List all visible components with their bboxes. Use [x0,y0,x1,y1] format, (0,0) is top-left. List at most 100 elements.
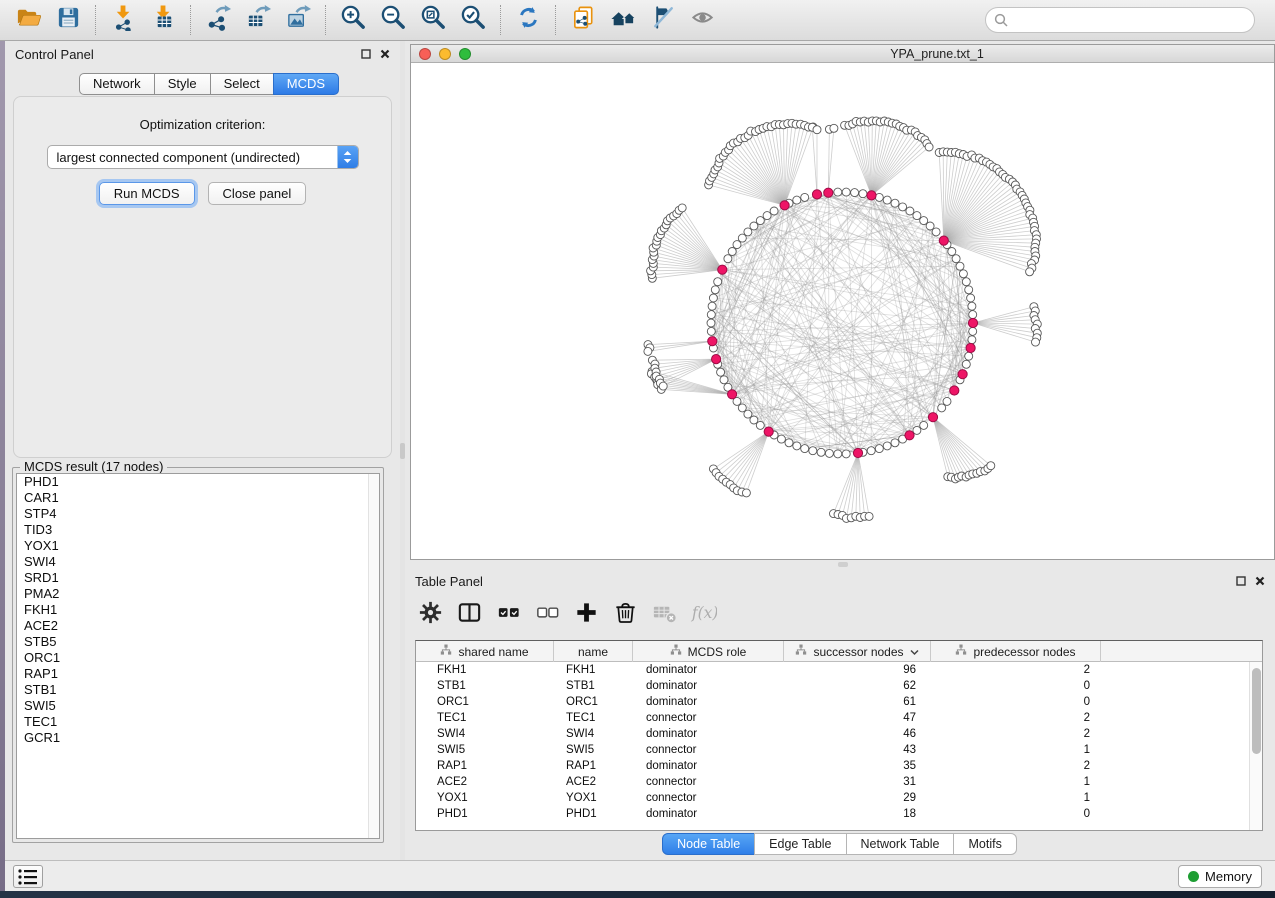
search-input[interactable] [1008,10,1254,30]
close-panel-button[interactable]: Close panel [208,182,307,205]
graph-leaf-node[interactable] [830,124,838,132]
float-panel-icon[interactable] [1236,576,1246,586]
graph-node[interactable] [920,217,928,225]
mcds-result-node[interactable]: TID3 [17,522,379,538]
tab-motifs[interactable]: Motifs [953,833,1016,855]
close-panel-icon[interactable] [1255,576,1265,586]
mcds-result-node[interactable]: TEC1 [17,714,379,730]
graph-mcds-hub-node[interactable] [950,386,959,395]
mcds-result-node[interactable]: STB1 [17,682,379,698]
mcds-result-node[interactable]: FKH1 [17,602,379,618]
mcds-result-node[interactable]: PHD1 [17,474,379,490]
graph-mcds-hub-node[interactable] [824,188,833,197]
graph-node[interactable] [948,248,956,256]
mcds-result-node[interactable]: STP4 [17,506,379,522]
graph-mcds-hub-node[interactable] [928,413,937,422]
zoom-in-button[interactable] [337,4,369,36]
column-header-shared-name[interactable]: shared name [416,641,554,662]
graph-node[interactable] [825,449,833,457]
network-canvas[interactable] [411,64,1274,559]
tab-edge-table[interactable]: Edge Table [754,833,846,855]
graph-node[interactable] [738,234,746,242]
tab-node-table[interactable]: Node Table [662,833,755,855]
graph-node[interactable] [834,450,842,458]
graph-node[interactable] [717,368,725,376]
graph-node[interactable] [968,336,976,344]
table-row[interactable]: TEC1TEC1connector472 [416,710,1249,726]
graph-node[interactable] [793,442,801,450]
graph-node[interactable] [785,439,793,447]
graph-mcds-hub-node[interactable] [905,431,914,440]
graph-node[interactable] [851,189,859,197]
table-row[interactable]: SWI5SWI5connector431 [416,742,1249,758]
graph-node[interactable] [842,188,850,196]
graph-node[interactable] [728,248,736,256]
graph-node[interactable] [891,199,899,207]
graph-node[interactable] [943,397,951,405]
graph-node[interactable] [875,445,883,453]
scrollbar-thumb[interactable] [1252,668,1261,754]
table-row[interactable]: ORC1ORC1dominator610 [416,694,1249,710]
mcds-result-node[interactable]: SRD1 [17,570,379,586]
graph-node[interactable] [962,278,970,286]
graph-node[interactable] [801,445,809,453]
graph-node[interactable] [750,222,758,230]
mcds-result-node[interactable]: ORC1 [17,650,379,666]
search-box[interactable] [985,7,1255,33]
graph-node[interactable] [793,196,801,204]
first-neighbors-button[interactable] [607,4,639,36]
graph-leaf-node[interactable] [678,204,686,212]
graph-node[interactable] [708,302,716,310]
graph-mcds-hub-node[interactable] [780,201,789,210]
memory-button[interactable]: Memory [1178,865,1262,888]
graph-mcds-hub-node[interactable] [812,190,821,199]
graph-node[interactable] [899,203,907,211]
table-row[interactable]: PHD1PHD1dominator180 [416,806,1249,822]
column-header-name[interactable]: name [554,641,633,662]
close-panel-icon[interactable] [380,49,390,59]
graph-node[interactable] [842,450,850,458]
graph-node[interactable] [707,311,715,319]
mcds-result-node[interactable]: ACE2 [17,618,379,634]
graph-node[interactable] [969,311,977,319]
export-network-button[interactable] [202,4,234,36]
graph-leaf-node[interactable] [813,126,821,134]
graph-node[interactable] [959,270,967,278]
show-column-button[interactable] [454,600,484,630]
graph-node[interactable] [724,255,732,263]
graph-mcds-hub-node[interactable] [958,370,967,379]
mcds-result-node[interactable]: RAP1 [17,666,379,682]
graph-node[interactable] [707,327,715,335]
graph-node[interactable] [714,278,722,286]
graph-node[interactable] [952,255,960,263]
window-zoom-icon[interactable] [459,48,471,60]
mcds-result-node[interactable]: SWI5 [17,698,379,714]
table-settings-button[interactable] [415,600,445,630]
open-file-button[interactable] [12,4,44,36]
column-header-predecessor-nodes[interactable]: predecessor nodes [931,641,1101,662]
tab-style[interactable]: Style [154,73,211,95]
add-row-button[interactable] [571,600,601,630]
graph-mcds-hub-node[interactable] [718,265,727,274]
save-session-button[interactable] [52,4,84,36]
table-scrollbar[interactable] [1249,662,1262,830]
column-header-successor-nodes[interactable]: successor nodes [784,641,931,662]
export-image-button[interactable] [282,4,314,36]
column-header-MCDS-role[interactable]: MCDS role [633,641,784,662]
mcds-result-node[interactable]: STB5 [17,634,379,650]
graph-node[interactable] [883,196,891,204]
network-graph[interactable] [411,64,1274,559]
graph-leaf-node[interactable] [742,489,750,497]
mcds-result-node[interactable]: PMA2 [17,586,379,602]
table-row[interactable]: FKH1FKH1dominator962 [416,662,1249,678]
graph-node[interactable] [711,286,719,294]
float-panel-icon[interactable] [361,49,371,59]
import-table-button[interactable] [147,4,179,36]
graph-leaf-node[interactable] [925,143,933,151]
zoom-fit-button[interactable] [417,4,449,36]
graph-leaf-node[interactable] [987,462,995,470]
tab-network[interactable]: Network [79,73,155,95]
graph-node[interactable] [763,212,771,220]
graph-mcds-hub-node[interactable] [968,318,977,327]
network-window-titlebar[interactable]: YPA_prune.txt_1 [411,45,1274,63]
